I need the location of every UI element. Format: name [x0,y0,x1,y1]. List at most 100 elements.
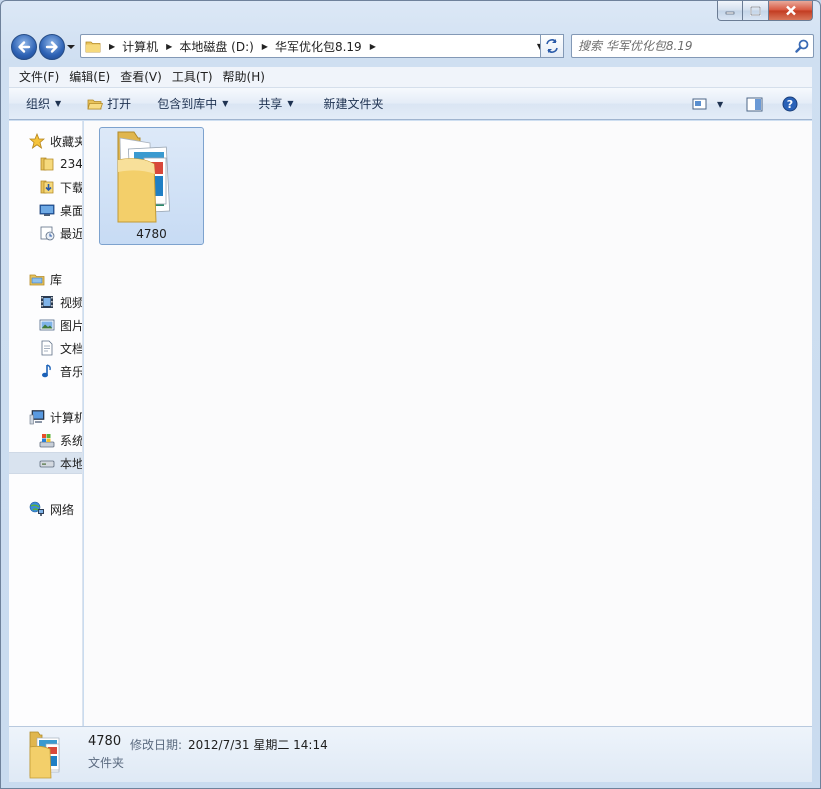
back-button[interactable] [11,34,37,60]
nav-favorites[interactable]: 收藏夹 [9,130,83,152]
nav-item-local-disk[interactable]: 本地 [9,452,82,474]
network-icon [29,501,44,516]
folder-icon [40,157,54,171]
chevron-right-icon[interactable]: ▶ [109,42,115,51]
breadcrumb-drive[interactable]: 本地磁盘 (D:) [179,38,253,55]
recent-places-icon [40,226,55,241]
nav-item-downloads[interactable]: 下载 [9,176,83,198]
minimize-icon [725,11,735,14]
open-button[interactable]: 打开 [78,88,140,120]
nav-item-label: 文档 [60,341,83,356]
preview-pane-button[interactable] [746,88,763,120]
chevron-down-icon: ▼ [222,99,229,108]
music-icon [42,364,51,378]
nav-libraries-label: 库 [50,272,63,287]
new-folder-label: 新建文件夹 [323,97,384,111]
search-input[interactable] [578,38,788,54]
share-label: 共享 [258,97,283,111]
menu-edit[interactable]: 编辑(E) [64,67,115,88]
chevron-right-icon[interactable]: ▶ [262,42,268,51]
system-drive-icon [39,434,55,448]
refresh-icon [546,39,558,53]
chevron-down-icon: ▼ [55,99,62,108]
search-box[interactable] [571,34,814,58]
breadcrumb-computer[interactable]: 计算机 [122,38,158,55]
nav-item-234[interactable]: 234 [9,153,83,175]
command-toolbar: 组织 ▼ 打开 包含到库中 ▼ 共享 ▼ 新建文件夹 ▼ ? [9,88,812,120]
nav-item-label: 最近 [60,226,83,241]
svg-text:?: ? [787,98,793,111]
include-in-library-button[interactable]: 包含到库中 ▼ [148,88,237,120]
preview-pane-icon [746,97,763,111]
nav-item-documents[interactable]: 文档 [9,337,83,359]
nav-favorites-label: 收藏夹 [50,134,83,149]
folder-item[interactable]: 4780 [99,127,204,245]
details-pane: 4780 修改日期: 2012/7/31 星期二 14:14 文件夹 [9,726,812,782]
menu-view[interactable]: 查看(V) [115,67,167,88]
include-label: 包含到库中 [157,97,218,111]
explorer-window: ▶ 计算机 ▶ 本地磁盘 (D:) ▶ 华军优化包8.19 ▶ ▼ 文件(F) … [0,0,821,789]
nav-computer-label: 计算机 [50,410,83,425]
nav-item-recent[interactable]: 最近 [9,222,83,244]
nav-libraries[interactable]: 库 [9,268,82,290]
details-modified-value: 2012/7/31 星期二 14:14 [188,738,328,752]
details-item-name: 4780 [88,734,122,749]
nav-item-videos[interactable]: 视频 [9,291,83,313]
navigation-pane: 收藏夹 234 下载 桌面 最近 库 视频 图片 文档 音乐 计算机 系统 本地… [9,121,83,726]
menu-file[interactable]: 文件(F) [9,67,64,88]
details-modified-label: 修改日期: [130,738,183,752]
organize-label: 组织 [26,97,51,111]
change-view-button[interactable]: ▼ [692,88,723,120]
nav-item-music[interactable]: 音乐 [9,360,83,382]
nav-item-label: 视频 [60,295,83,310]
navigation-row: ▶ 计算机 ▶ 本地磁盘 (D:) ▶ 华军优化包8.19 ▶ ▼ [9,31,814,61]
refresh-button[interactable] [540,34,564,58]
library-icon [29,274,45,286]
picture-icon [39,319,55,331]
folder-icon [85,41,101,53]
breadcrumb-folder[interactable]: 华军优化包8.19 [275,38,362,55]
nav-item-label: 音乐 [60,364,83,379]
nav-network[interactable]: 网络 [9,498,82,520]
menu-help[interactable]: 帮助(H) [218,67,270,88]
open-label: 打开 [107,97,132,111]
nav-item-label: 系统 [60,433,83,448]
nav-item-pictures[interactable]: 图片 [9,314,83,336]
minimize-button[interactable] [717,1,743,21]
desktop-icon [39,204,55,216]
new-folder-button[interactable]: 新建文件夹 [315,88,393,120]
menu-bar: 文件(F) 编辑(E) 查看(V) 工具(T) 帮助(H) [9,67,812,88]
arrow-left-icon [18,41,31,53]
nav-item-label: 桌面 [60,203,83,218]
share-button[interactable]: 共享 ▼ [249,88,302,120]
forward-button[interactable] [39,34,65,60]
recent-pages-dropdown[interactable] [67,43,75,51]
details-item-type: 文件夹 [88,756,125,770]
chevron-right-icon[interactable]: ▶ [166,42,172,51]
menu-tools[interactable]: 工具(T) [167,67,218,88]
video-icon [41,296,53,308]
folder-icon [29,731,60,779]
nav-item-label: 图片 [60,318,83,333]
chevron-down-icon: ▼ [287,99,294,108]
hard-drive-icon [39,460,55,468]
nav-computer[interactable]: 计算机 [9,406,83,428]
search-icon[interactable] [795,39,809,53]
help-button[interactable]: ? [782,88,798,120]
chevron-down-icon: ▼ [717,99,724,109]
address-bar[interactable]: ▶ 计算机 ▶ 本地磁盘 (D:) ▶ 华军优化包8.19 ▶ ▼ [80,34,548,58]
maximize-button[interactable] [743,1,769,21]
close-button[interactable] [769,1,813,21]
nav-item-desktop[interactable]: 桌面 [9,199,83,221]
nav-item-system-drive[interactable]: 系统 [9,429,83,451]
organize-button[interactable]: 组织 ▼ [9,88,70,120]
file-list: 4780 [84,121,812,726]
caption-buttons [717,1,813,21]
computer-icon [29,410,45,425]
help-icon: ? [782,96,798,112]
chevron-right-icon[interactable]: ▶ [370,42,376,51]
nav-item-label: 234 [60,157,83,171]
close-icon [785,5,796,16]
nav-item-label: 下载 [60,180,83,195]
maximize-icon [750,5,761,16]
